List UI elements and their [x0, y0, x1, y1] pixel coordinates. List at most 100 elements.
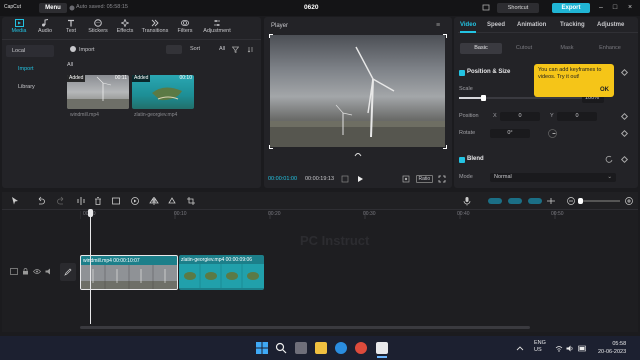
mode-select[interactable]: Normal ⌄ [490, 173, 616, 182]
crop-corner[interactable] [443, 145, 447, 149]
tool-stickers[interactable]: Stickers [83, 18, 113, 38]
preview-axis-icon[interactable] [546, 196, 556, 206]
crop-icon[interactable] [186, 196, 196, 206]
freeze-icon[interactable] [111, 196, 121, 206]
mirror-icon[interactable] [149, 196, 159, 206]
tool-label: Filters [177, 28, 193, 34]
battery-icon[interactable] [578, 345, 587, 352]
sort-button[interactable]: Sort [190, 46, 200, 52]
position-size-checkbox[interactable] [459, 70, 465, 76]
player-menu-icon[interactable]: ≡ [436, 22, 440, 29]
view-grid-icon[interactable] [166, 45, 182, 54]
subtab-basic[interactable]: Basic [460, 43, 502, 54]
lock-icon[interactable] [22, 268, 29, 275]
sort-icon[interactable] [247, 46, 254, 53]
tab-speed[interactable]: Speed [487, 22, 505, 28]
crop-corner[interactable] [269, 34, 273, 38]
rotate-handle-icon[interactable] [354, 151, 362, 157]
search-icon[interactable] [275, 342, 287, 354]
playhead[interactable] [90, 212, 91, 324]
pos-x-input[interactable]: 0 [500, 112, 540, 121]
scale-slider-handle[interactable] [481, 95, 486, 101]
scale-slider[interactable] [459, 95, 587, 101]
microphone-icon[interactable] [462, 196, 472, 206]
timeline-clip-windmill[interactable]: windmill.mp4 00:00:10:07 [80, 255, 178, 290]
rotate-input[interactable]: 0° [490, 129, 530, 138]
media-clip-zlatin-georgiev[interactable]: Added 00:10 [132, 75, 194, 109]
language-indicator[interactable]: ENG US [534, 340, 546, 354]
sidebar-item-local[interactable]: Local [6, 45, 54, 57]
task-view-icon[interactable] [295, 342, 307, 354]
timeline-scrollbar[interactable] [80, 326, 530, 329]
reset-icon[interactable] [605, 155, 613, 163]
tab-tracking[interactable]: Tracking [560, 22, 585, 28]
tool-adjustment[interactable]: Adjustment [200, 18, 234, 38]
delete-icon[interactable] [93, 196, 103, 206]
sidebar-item-library[interactable]: Library [6, 81, 54, 93]
import-button[interactable]: Import [70, 45, 106, 55]
track-cover-icon[interactable] [10, 268, 18, 275]
export-button[interactable]: Export [552, 3, 590, 13]
file-explorer-icon[interactable] [315, 342, 327, 354]
crop-corner[interactable] [269, 145, 273, 149]
rotate-icon[interactable] [167, 196, 177, 206]
fullscreen-icon[interactable] [438, 175, 446, 183]
zoom-slider-handle[interactable] [578, 197, 583, 204]
select-tool-icon[interactable] [10, 196, 20, 206]
blend-checkbox[interactable] [459, 157, 465, 163]
minimize-icon[interactable]: – [596, 3, 606, 13]
close-icon[interactable]: × [625, 3, 635, 13]
tab-adjustment[interactable]: Adjustme [597, 22, 624, 28]
timecode-toggle-icon[interactable] [341, 175, 349, 183]
shortcut-button[interactable]: Shortcut [497, 3, 539, 13]
rotate-dial-icon[interactable] [548, 129, 557, 138]
undo-icon[interactable] [36, 196, 46, 206]
eye-icon[interactable] [33, 268, 41, 275]
auto-snap-toggle[interactable] [508, 198, 522, 204]
wifi-icon[interactable] [555, 345, 563, 352]
main-track-magnet-toggle[interactable] [488, 198, 502, 204]
filter-all-button[interactable]: All [219, 46, 225, 52]
tool-effects[interactable]: Effects [110, 18, 140, 38]
capcut-taskbar-icon[interactable] [376, 342, 388, 354]
playhead-handle[interactable] [88, 209, 93, 217]
pos-y-input[interactable]: 0 [557, 112, 597, 121]
linkage-toggle[interactable] [528, 198, 542, 204]
ratio-button[interactable]: Ratio [416, 175, 433, 183]
edge-browser-icon[interactable] [335, 342, 347, 354]
media-clip-windmill[interactable]: Added 00:11 [67, 75, 129, 109]
tool-filters[interactable]: Filters [170, 18, 200, 38]
speaker-icon[interactable] [45, 268, 53, 275]
video-preview[interactable] [270, 35, 445, 147]
feedback-icon[interactable] [482, 4, 490, 12]
zoom-out-icon[interactable] [566, 196, 576, 206]
maximize-icon[interactable]: □ [610, 3, 620, 13]
windows-start-icon[interactable] [256, 342, 268, 354]
redo-icon[interactable] [56, 196, 66, 206]
system-clock[interactable]: 05:58 20-06-2023 [598, 340, 626, 356]
clip-label: zlatin-georgiev.mp4 00:00:09:06 [181, 257, 253, 263]
subtab-mask[interactable]: Mask [546, 43, 588, 54]
fit-screen-icon[interactable] [402, 175, 410, 183]
volume-icon[interactable] [566, 345, 574, 352]
chevron-up-icon[interactable] [516, 345, 524, 352]
crop-corner[interactable] [443, 34, 447, 38]
sidebar-item-import[interactable]: Import [6, 63, 54, 75]
tab-animation[interactable]: Animation [517, 22, 546, 28]
filter-icon[interactable] [232, 46, 239, 53]
tab-video[interactable]: Video [460, 22, 476, 28]
zoom-slider[interactable] [578, 197, 620, 204]
reverse-icon[interactable] [130, 196, 140, 206]
tooltip-ok-button[interactable]: OK [600, 87, 609, 94]
subtab-enhance[interactable]: Enhance [589, 43, 631, 54]
timeline-clip-zlatin-georgiev[interactable]: zlatin-georgiev.mp4 00:00:09:06 [179, 255, 264, 290]
cover-edit-button[interactable] [60, 263, 76, 281]
chrome-browser-icon[interactable] [355, 342, 367, 354]
tool-transitions[interactable]: Transitions [140, 18, 170, 38]
split-icon[interactable] [76, 196, 86, 206]
play-icon[interactable] [357, 175, 364, 183]
tool-text[interactable]: Text [56, 18, 86, 38]
subtab-cutout[interactable]: Cutout [503, 43, 545, 54]
menu-button[interactable]: Menu [39, 3, 67, 13]
zoom-in-icon[interactable] [624, 196, 634, 206]
